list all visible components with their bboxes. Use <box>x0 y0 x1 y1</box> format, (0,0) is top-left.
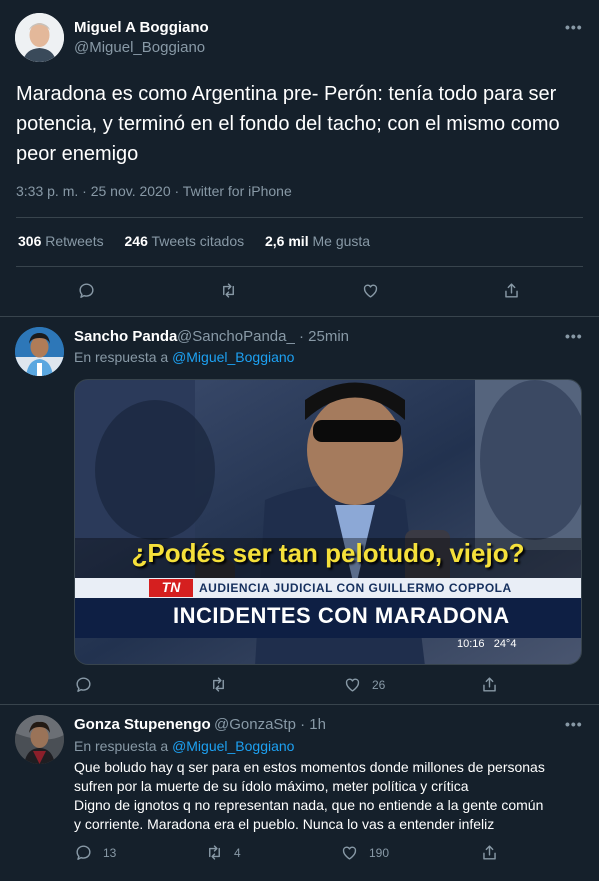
author-name[interactable]: Sancho Panda <box>74 328 177 345</box>
tweet-text: Maradona es como Argentina pre- Perón: t… <box>16 83 560 165</box>
news-headline: INCIDENTES CON MARADONA <box>173 603 510 628</box>
reply-text-line: Digno de ignotos q no representan nada, … <box>74 797 544 813</box>
like-count[interactable]: 2,6 mil <box>265 233 309 249</box>
reply-time[interactable]: · 25min <box>299 328 349 345</box>
author-name[interactable]: Miguel A Boggiano <box>74 19 209 36</box>
avatar[interactable] <box>15 715 64 764</box>
divider <box>16 217 583 218</box>
heart-icon <box>342 846 357 860</box>
quote-label[interactable]: Tweets citados <box>152 233 245 249</box>
share-icon <box>483 845 496 860</box>
share-button[interactable] <box>480 675 499 694</box>
divider <box>16 266 583 267</box>
reply-to-handle[interactable]: @Miguel_Boggiano <box>172 349 294 365</box>
like-button[interactable]: 26 <box>343 675 385 694</box>
reply-button[interactable] <box>77 281 96 300</box>
like-button[interactable]: 190 <box>340 843 389 862</box>
quote-count[interactable]: 246 <box>125 233 148 249</box>
reply-to-handle[interactable]: @Miguel_Boggiano <box>172 738 294 754</box>
retweet-label[interactable]: Retweets <box>45 233 103 249</box>
author-handle-text[interactable]: @GonzaStp <box>214 716 296 733</box>
reply-button[interactable]: 13 <box>74 843 116 862</box>
reply-tweet[interactable]: Sancho Panda @SanchoPanda_ · 25min ••• E… <box>0 317 599 705</box>
author-handle: @SanchoPanda_ · 25min <box>177 328 349 345</box>
profile-photo-icon <box>15 715 64 764</box>
more-options-icon[interactable]: ••• <box>565 328 583 344</box>
retweet-button[interactable] <box>219 281 238 300</box>
news-ticker: AUDIENCIA JUDICIAL CON GUILLERMO COPPOLA <box>199 581 512 595</box>
tweet-stats: 306 Retweets 246 Tweets citados 2,6 mil … <box>18 233 387 249</box>
author-handle[interactable]: @Miguel_Boggiano <box>74 39 205 56</box>
reply-icon <box>76 677 91 692</box>
share-button[interactable] <box>480 843 499 862</box>
news-clock: 10:16 24°4 <box>457 638 517 650</box>
reply-button[interactable] <box>74 675 93 694</box>
reply-count: 13 <box>103 845 117 860</box>
reply-text: Que boludo hay q ser para en estos momen… <box>74 758 584 834</box>
reply-to-prefix: En respuesta a <box>74 738 169 754</box>
retweet-icon <box>209 845 220 860</box>
reply-time[interactable]: · 1h <box>300 716 326 733</box>
main-tweet: Miguel A Boggiano @Miguel_Boggiano ••• M… <box>0 0 599 317</box>
like-count: 26 <box>372 677 386 692</box>
share-icon <box>505 283 518 298</box>
video-subtitle: ¿Podés ser tan pelotudo, viejo? <box>131 538 525 568</box>
retweet-button[interactable] <box>209 675 228 694</box>
heart-icon <box>363 284 378 298</box>
tweet-timestamp[interactable]: 3:33 p. m. · 25 nov. 2020 · Twitter for … <box>16 183 292 199</box>
like-button[interactable] <box>361 281 380 300</box>
reply-tweet[interactable]: Gonza Stupenengo @GonzaStp · 1h ••• En r… <box>0 705 599 881</box>
more-options-icon[interactable]: ••• <box>565 716 583 732</box>
retweet-button[interactable]: 4 <box>205 843 241 862</box>
heart-icon <box>345 678 360 692</box>
author-name[interactable]: Gonza Stupenengo <box>74 716 211 733</box>
avatar[interactable] <box>15 327 64 376</box>
author-handle: @GonzaStp · 1h <box>214 716 326 733</box>
reply-text-line: y corriente. Maradona era el pueblo. Nun… <box>74 816 495 832</box>
reply-to-line: En respuesta a @Miguel_Boggiano <box>74 738 294 754</box>
video-media[interactable]: ¿Podés ser tan pelotudo, viejo? TN AUDIE… <box>74 379 582 665</box>
like-label[interactable]: Me gusta <box>312 233 370 249</box>
share-icon <box>483 677 496 692</box>
reply-text-line: Que boludo hay q ser para en estos momen… <box>74 759 545 775</box>
profile-photo-icon <box>15 327 64 376</box>
retweet-icon <box>223 283 234 298</box>
retweet-count: 4 <box>234 845 241 860</box>
like-count: 190 <box>369 845 390 860</box>
reply-icon <box>79 283 94 298</box>
retweet-count[interactable]: 306 <box>18 233 41 249</box>
reply-to-prefix: En respuesta a <box>74 349 169 365</box>
reply-to-line: En respuesta a @Miguel_Boggiano <box>74 349 294 365</box>
author-handle-text[interactable]: @SanchoPanda_ <box>177 328 295 345</box>
reply-text-line: sufren por la muerte de su ídolo máximo,… <box>74 778 469 794</box>
reply-icon <box>76 845 91 860</box>
share-button[interactable] <box>502 281 521 300</box>
profile-photo-icon <box>15 13 64 62</box>
avatar[interactable] <box>15 13 64 62</box>
retweet-icon <box>213 677 224 692</box>
channel-logo: TN <box>161 579 181 595</box>
more-options-icon[interactable]: ••• <box>565 19 583 35</box>
